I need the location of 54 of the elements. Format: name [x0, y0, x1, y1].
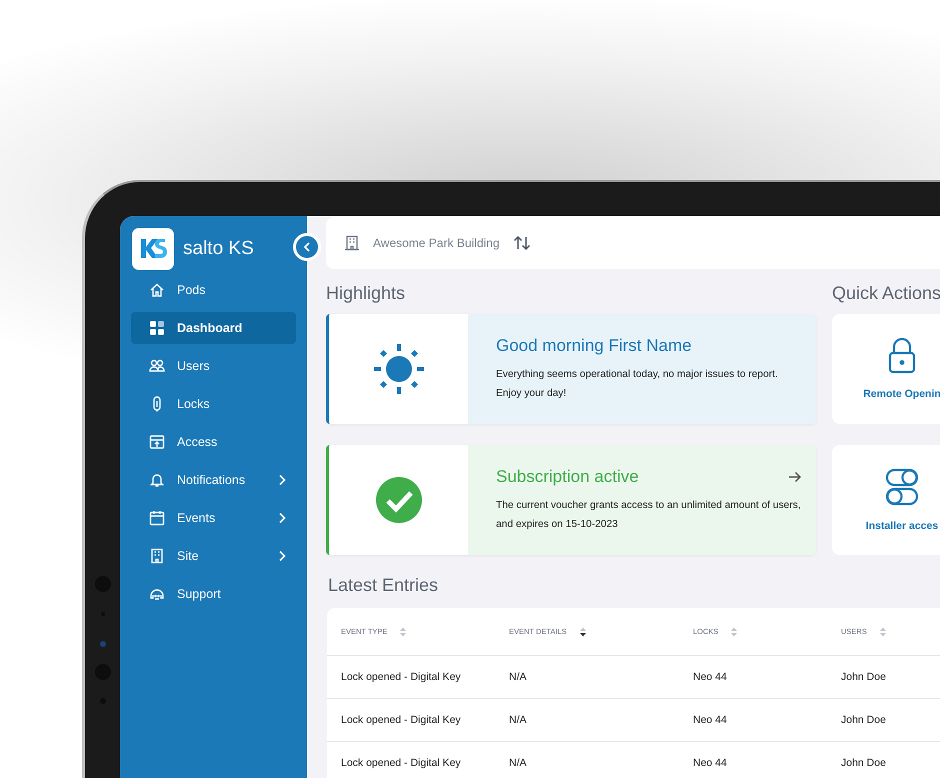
table-cell-text: N/A	[509, 671, 528, 683]
table-cell-text: Lock opened - Digital Key	[341, 714, 462, 726]
sidebar-item[interactable]: Notifications	[131, 464, 296, 496]
toggles-icon	[885, 468, 919, 506]
sidebar-item[interactable]: Events	[131, 502, 296, 534]
sidebar-item[interactable]: Dashboard	[131, 312, 296, 344]
card-text: The current voucher grants access to an unlimited amount of users,	[496, 499, 802, 513]
table-cell-text: N/A	[509, 757, 528, 769]
table-cell-text: John Doe	[841, 671, 887, 683]
table-cell-text: N/A	[509, 714, 528, 726]
site-name: Awesome Park Building	[373, 236, 500, 250]
card-title: Good morning First Name	[496, 336, 692, 356]
home-icon	[149, 282, 165, 298]
switch-site-button[interactable]	[512, 235, 531, 251]
door-icon	[149, 434, 165, 450]
bell-icon	[149, 472, 165, 488]
arrow-right-icon[interactable]	[788, 471, 802, 483]
table-cell-text: Lock opened - Digital Key	[341, 671, 462, 683]
collapse-button[interactable]	[293, 233, 321, 261]
logo-icon	[132, 228, 174, 270]
table-cell-text: John Doe	[841, 714, 887, 726]
sidebar-item[interactable]: Access	[131, 426, 296, 458]
sidebar-item[interactable]: Users	[131, 350, 296, 382]
table-cell-text: Neo 44	[693, 714, 728, 726]
table-cell-text: Neo 44	[693, 671, 728, 683]
table-cell-text: John Doe	[841, 757, 887, 769]
sidebar-item[interactable]: Support	[131, 578, 296, 610]
quick-action-card[interactable]: Installer acces	[832, 445, 940, 555]
building-icon	[149, 548, 165, 564]
calendar-icon	[149, 510, 165, 526]
quick-action-label: Remote Openin	[863, 388, 940, 400]
section-title: Latest Entries	[328, 575, 440, 596]
table-cell-text: Lock opened - Digital Key	[341, 757, 462, 769]
quick-action-card[interactable]: Remote Openin	[832, 314, 940, 424]
sun-icon	[372, 343, 424, 395]
check-circle-icon	[374, 476, 422, 524]
section-title: Quick Actions	[832, 283, 940, 304]
chevron-left-icon	[303, 242, 311, 252]
users-icon	[149, 358, 165, 374]
card-title: Subscription active	[496, 467, 639, 487]
card-text: Enjoy your day!	[496, 387, 568, 401]
brand-name: salto KS	[183, 238, 254, 260]
sidebar-item[interactable]: Locks	[131, 388, 296, 420]
section-title: Highlights	[326, 283, 406, 304]
card-text: and expires on 15-10-2023	[496, 518, 619, 532]
grid-icon	[149, 320, 165, 336]
sort-icon[interactable]	[578, 626, 587, 638]
building-icon	[344, 235, 360, 251]
table-cell-text: Neo 44	[693, 757, 728, 769]
card-text: Everything seems operational today, no major issues to report.	[496, 368, 779, 382]
padlock-icon	[888, 338, 916, 374]
sidebar-item[interactable]: Pods	[131, 274, 296, 306]
sidebar-item[interactable]: Site	[131, 540, 296, 572]
quick-action-label: Installer acces	[866, 520, 938, 532]
